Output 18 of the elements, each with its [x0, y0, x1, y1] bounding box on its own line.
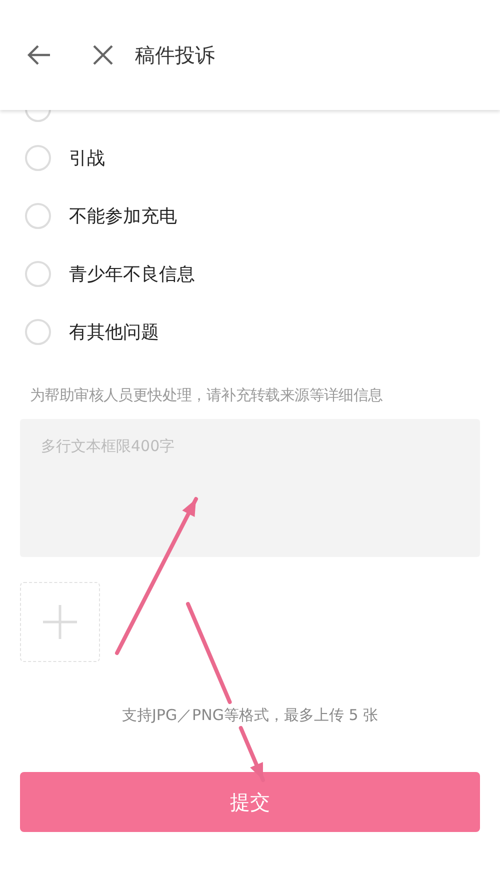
plus-icon	[43, 605, 77, 639]
details-field[interactable]: 多行文本框限400字	[20, 419, 480, 557]
option-label: 不能参加充电	[69, 205, 177, 228]
option-label: 引战	[69, 147, 105, 170]
submit-button[interactable]: 提交	[20, 772, 480, 832]
page-title: 稿件投诉	[135, 42, 215, 68]
add-image-button[interactable]	[20, 582, 100, 662]
option-label: 青少年不良信息	[69, 263, 195, 286]
radio-button[interactable]	[25, 110, 51, 122]
close-icon[interactable]	[93, 45, 113, 65]
radio-button[interactable]	[25, 261, 51, 287]
upload-note: 支持JPG／PNG等格式，最多上传 5 张	[120, 706, 380, 725]
hint-text: 为帮助审核人员更快处理，请补充转载来源等详细信息	[30, 386, 384, 405]
back-icon[interactable]	[27, 45, 51, 65]
radio-button[interactable]	[25, 319, 51, 345]
radio-button[interactable]	[25, 145, 51, 171]
option-label: 有其他问题	[69, 321, 159, 344]
radio-button[interactable]	[25, 203, 51, 229]
